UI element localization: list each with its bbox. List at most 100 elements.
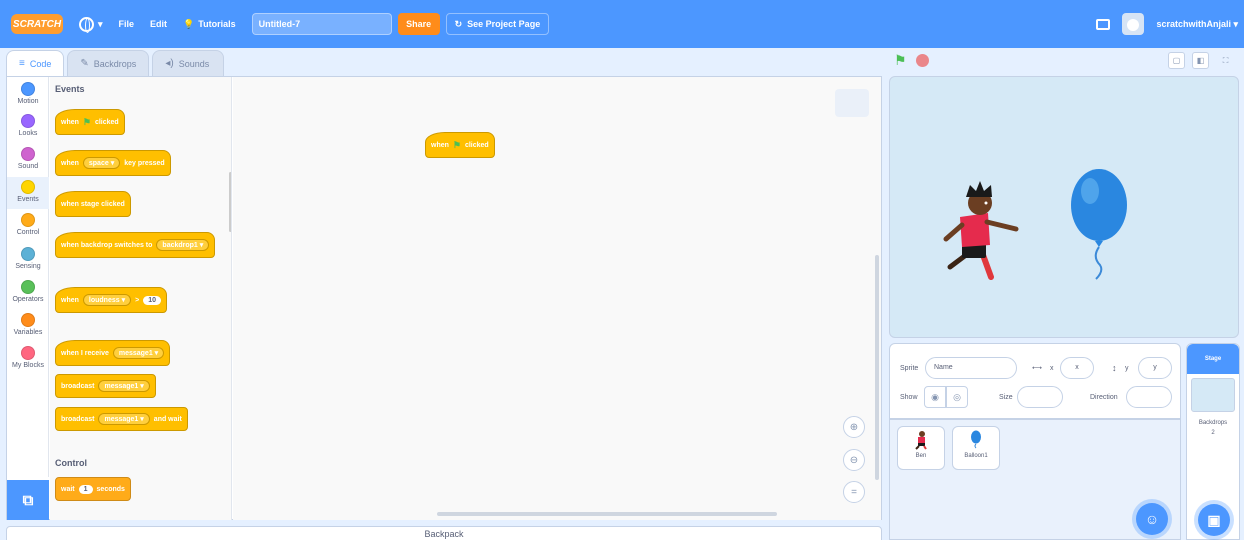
- small-stage-button[interactable]: ▢: [1168, 52, 1185, 69]
- tutorials-menu[interactable]: 💡 Tutorials: [183, 19, 236, 30]
- tab-code[interactable]: ≡ Code: [6, 50, 65, 76]
- block-text: wait: [61, 485, 75, 493]
- stage[interactable]: [889, 76, 1239, 338]
- palette-scrollbar[interactable]: [229, 172, 231, 232]
- loudness-value-input[interactable]: 10: [143, 295, 161, 305]
- category-sound[interactable]: Sound: [7, 147, 49, 170]
- category-operators[interactable]: Operators: [7, 280, 49, 303]
- eye-hidden-icon: ◎: [953, 391, 961, 402]
- size-input[interactable]: [1017, 386, 1063, 408]
- block-when-flag-clicked[interactable]: when ⚑ clicked: [55, 109, 125, 135]
- stage-controls: ⚑ ▢ ◧ ⛶: [890, 50, 1240, 72]
- script-area[interactable]: when ⚑ clicked ⊕ ⊖ =: [233, 77, 881, 520]
- tab-backdrops[interactable]: ✎ Backdrops: [67, 50, 150, 76]
- sprite-preview: [835, 89, 869, 117]
- backdrops-count: 2: [1211, 430, 1215, 436]
- stage-thumbnail: [1191, 378, 1235, 412]
- balloon-sprite[interactable]: [1071, 169, 1127, 280]
- green-flag-button[interactable]: ⚑: [894, 52, 907, 69]
- block-when-backdrop-switches[interactable]: when backdrop switches to backdrop1 ▾: [55, 232, 216, 258]
- events-heading: Events: [55, 84, 85, 94]
- tab-label: Code: [29, 58, 52, 69]
- block-when-stage-clicked[interactable]: when stage clicked: [55, 191, 131, 217]
- fullscreen-button[interactable]: ⛶: [1217, 52, 1234, 69]
- zoom-in-button[interactable]: ⊕: [843, 416, 865, 438]
- equals-icon: =: [851, 486, 857, 498]
- account-menu[interactable]: scratchwithAnjali ▾: [1156, 19, 1238, 30]
- edit-menu[interactable]: Edit: [150, 19, 167, 29]
- key-dropdown[interactable]: space ▾: [82, 157, 121, 169]
- message-dropdown[interactable]: message1 ▾: [112, 347, 165, 359]
- avatar[interactable]: [1122, 13, 1145, 35]
- block-when-i-receive[interactable]: when I receive message1 ▾: [55, 340, 171, 366]
- share-button[interactable]: Share: [397, 13, 440, 35]
- horizontal-scrollbar[interactable]: [437, 512, 777, 516]
- category-looks[interactable]: Looks: [7, 114, 49, 137]
- backdrops-label: Backdrops: [1198, 420, 1228, 426]
- choose-sprite-button[interactable]: ☺: [1136, 503, 1168, 535]
- block-when-key-pressed[interactable]: when space ▾ key pressed: [55, 150, 171, 176]
- operators-dot-icon: [21, 280, 35, 294]
- category-sensing[interactable]: Sensing: [7, 247, 49, 270]
- project-title-input[interactable]: Untitled-7: [251, 13, 392, 35]
- message-dropdown[interactable]: message1 ▾: [98, 413, 150, 425]
- x-input[interactable]: x: [1060, 357, 1094, 379]
- seconds-input[interactable]: 1: [78, 484, 93, 494]
- category-label: My Blocks: [12, 362, 44, 369]
- see-project-page-button[interactable]: ↻ See Project Page: [445, 13, 550, 35]
- fullscreen-icon: ⛶: [1222, 55, 1229, 65]
- motion-dot-icon: [21, 82, 35, 96]
- extension-icon: ⧉: [22, 491, 34, 509]
- category-motion[interactable]: Motion: [7, 82, 49, 105]
- backdrop-dropdown[interactable]: backdrop1 ▾: [156, 239, 210, 251]
- script-when-flag-clicked[interactable]: when ⚑ clicked: [425, 132, 495, 158]
- vertical-scrollbar[interactable]: [875, 255, 879, 480]
- sprite-name-input[interactable]: Name: [925, 357, 1017, 379]
- events-dot-icon: [21, 180, 35, 194]
- dropdown-value: loudness: [88, 297, 120, 304]
- message-dropdown[interactable]: message1 ▾: [98, 380, 150, 392]
- stage-canvas: [943, 169, 1127, 280]
- category-control[interactable]: Control: [7, 213, 49, 236]
- zoom-out-button[interactable]: ⊖: [843, 449, 865, 471]
- direction-input[interactable]: [1126, 386, 1172, 408]
- block-wait-seconds[interactable]: wait 1 seconds: [55, 477, 131, 501]
- language-menu[interactable]: ▾: [79, 16, 103, 33]
- zoom-reset-button[interactable]: =: [843, 481, 865, 503]
- sensor-dropdown[interactable]: loudness ▾: [82, 294, 132, 306]
- stop-button[interactable]: [916, 54, 929, 67]
- category-events[interactable]: Events: [7, 177, 49, 209]
- category-variables[interactable]: Variables: [7, 313, 49, 336]
- x-arrows-icon: ⟷: [1032, 365, 1043, 372]
- dropdown-value: message1: [118, 350, 153, 357]
- category-label: Control: [16, 229, 40, 236]
- dropdown-value: message1: [104, 383, 139, 390]
- block-when-loudness[interactable]: when loudness ▾ > 10: [55, 287, 167, 313]
- add-extension-button[interactable]: ⧉: [7, 480, 49, 520]
- stage-panel[interactable]: Stage Backdrops 2 ▣: [1186, 343, 1240, 540]
- sprite-tile-ben[interactable]: Ben: [897, 426, 945, 470]
- zoom-in-icon: ⊕: [849, 421, 859, 433]
- my-stuff-icon[interactable]: [1096, 18, 1111, 30]
- block-broadcast-and-wait[interactable]: broadcast message1 ▾ and wait: [55, 407, 188, 431]
- file-menu[interactable]: File: [119, 19, 135, 29]
- sprite-tile-balloon1[interactable]: Balloon1: [952, 426, 1000, 470]
- tab-sounds[interactable]: ◂) Sounds: [152, 50, 225, 76]
- scratch-logo[interactable]: SCRATCH: [11, 14, 63, 34]
- block-broadcast[interactable]: broadcast message1 ▾: [55, 374, 156, 398]
- block-palette: Events when ⚑ clicked when space ▾ key p…: [50, 77, 232, 520]
- ben-sprite[interactable]: [943, 181, 1019, 280]
- tab-label: Sounds: [178, 58, 210, 69]
- show-visible-button[interactable]: ◉: [924, 386, 946, 408]
- y-input[interactable]: y: [1138, 357, 1172, 379]
- dropdown-value: message1: [104, 416, 139, 423]
- choose-backdrop-button[interactable]: ▣: [1198, 504, 1230, 536]
- category-my-blocks[interactable]: My Blocks: [7, 346, 49, 369]
- speaker-icon: ◂): [165, 58, 174, 69]
- sprite-name: Balloon1: [964, 453, 988, 459]
- hide-button[interactable]: ◎: [946, 386, 968, 408]
- category-label: Variables: [13, 329, 43, 336]
- large-stage-button[interactable]: ◧: [1192, 52, 1209, 69]
- backpack[interactable]: Backpack: [6, 526, 882, 540]
- green-flag-icon: ⚑: [452, 139, 461, 150]
